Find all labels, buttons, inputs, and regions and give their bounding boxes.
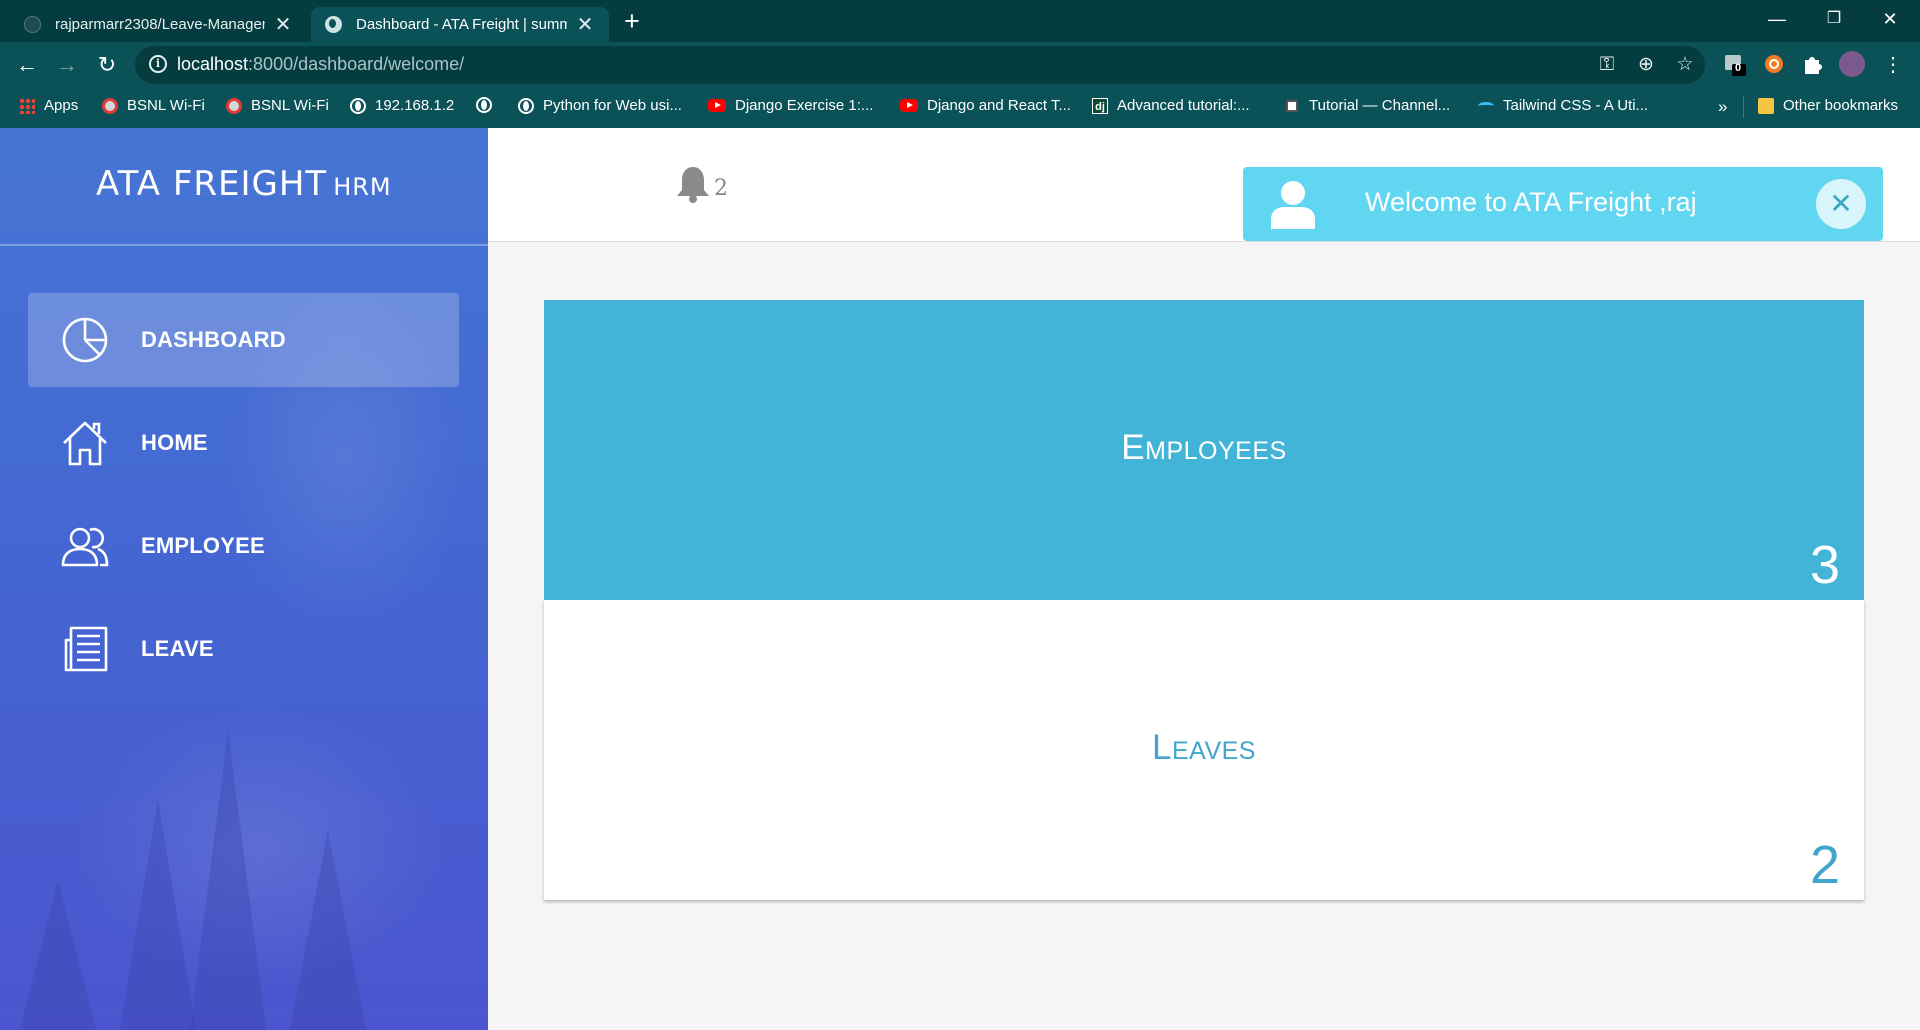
- tailwind-icon: [1478, 101, 1494, 110]
- bookmark-globe[interactable]: [476, 97, 501, 113]
- profile-avatar[interactable]: [1839, 51, 1865, 77]
- bookmarks-separator: [1743, 96, 1744, 118]
- bookmark-star-icon[interactable]: ☆: [1673, 53, 1697, 77]
- minimize-button[interactable]: —: [1757, 4, 1797, 34]
- window-close-button[interactable]: ✕: [1870, 4, 1910, 34]
- tab-title: Dashboard - ATA Freight | summ: [356, 16, 567, 33]
- card-count: 2: [1809, 835, 1840, 895]
- globe-icon: [350, 97, 366, 114]
- django-icon: dj: [1092, 97, 1108, 114]
- bookmark-django-exercise[interactable]: Django Exercise 1:...: [708, 97, 873, 114]
- newspaper-icon: [64, 626, 108, 672]
- site-info-icon[interactable]: i: [149, 55, 167, 73]
- toast-message: Welcome to ATA Freight ,raj: [1365, 187, 1697, 217]
- sidebar-item-label: EMPLOYEE: [141, 533, 265, 558]
- globe-icon: [518, 97, 534, 114]
- bookmark-python-web[interactable]: Python for Web usi...: [518, 97, 682, 114]
- youtube-icon: [900, 99, 918, 112]
- extension-icon[interactable]: [1761, 51, 1787, 77]
- brand-logo[interactable]: ATA FREIGHT HRM: [96, 164, 392, 204]
- puzzle-icon[interactable]: [1800, 51, 1826, 77]
- card-title: Leaves: [1152, 728, 1256, 767]
- forest-background: [0, 700, 488, 1030]
- bookmark-django-react[interactable]: Django and React T...: [900, 97, 1071, 114]
- document-icon: [1284, 97, 1300, 114]
- welcome-toast: Welcome to ATA Freight ,raj ✕: [1243, 167, 1883, 241]
- new-tab-button[interactable]: +: [624, 6, 640, 36]
- sidebar-brand: ATA FREIGHT HRM: [0, 128, 488, 246]
- forward-button[interactable]: →: [50, 48, 84, 82]
- bookmark-bsnl-2[interactable]: BSNL Wi-Fi: [226, 97, 329, 114]
- reload-button[interactable]: ↻: [90, 48, 124, 82]
- key-icon[interactable]: ⚿: [1595, 53, 1619, 77]
- sidebar-item-dashboard[interactable]: DASHBOARD: [28, 293, 459, 387]
- bookmark-channels-tutorial[interactable]: Tutorial — Channel...: [1284, 97, 1450, 114]
- bell-icon[interactable]: [674, 164, 712, 204]
- top-bar: 2 Welcome to ATA Freight ,raj ✕: [488, 128, 1920, 242]
- users-icon: [61, 527, 109, 567]
- bookmarks-bar: Apps BSNL Wi-Fi BSNL Wi-Fi 192.168.1.2 P…: [0, 87, 1920, 128]
- extension-badge-icon[interactable]: 0: [1722, 51, 1748, 77]
- employees-card[interactable]: Employees 3: [544, 300, 1864, 600]
- back-button[interactable]: ←: [10, 48, 44, 82]
- tab-title: rajparmarr2308/Leave-Managem: [55, 16, 265, 33]
- toast-close-button[interactable]: ✕: [1816, 179, 1866, 229]
- close-tab-icon[interactable]: ✕: [575, 12, 595, 37]
- folder-icon: [1758, 97, 1774, 114]
- youtube-icon: [708, 99, 726, 112]
- browser-tab-github[interactable]: rajparmarr2308/Leave-Managem ✕: [10, 7, 307, 42]
- github-icon: [24, 16, 41, 33]
- browser-tab-strip: rajparmarr2308/Leave-Managem ✕ Dashboard…: [0, 0, 1920, 42]
- sidebar-item-label: HOME: [141, 430, 208, 455]
- zoom-icon[interactable]: ⊕: [1634, 53, 1658, 77]
- bookmark-tailwind[interactable]: Tailwind CSS - A Uti...: [1478, 97, 1648, 114]
- bookmark-apps[interactable]: Apps: [19, 97, 78, 114]
- url-text[interactable]: localhost:8000/dashboard/welcome/: [177, 54, 464, 75]
- home-icon: [63, 421, 107, 466]
- other-bookmarks[interactable]: Other bookmarks: [1758, 97, 1898, 114]
- leaves-card[interactable]: Leaves 2: [544, 600, 1864, 900]
- sidebar-item-label: LEAVE: [141, 636, 214, 661]
- bsnl-icon: [226, 97, 242, 114]
- card-title: Employees: [1121, 428, 1287, 467]
- close-tab-icon[interactable]: ✕: [273, 12, 293, 37]
- notification-count: 2: [714, 176, 728, 201]
- address-bar[interactable]: i localhost:8000/dashboard/welcome/ ⚿ ⊕ …: [135, 46, 1705, 84]
- globe-icon: [325, 16, 342, 33]
- bookmarks-overflow-button[interactable]: »: [1718, 97, 1727, 117]
- browser-toolbar: ← → ↻ i localhost:8000/dashboard/welcome…: [0, 42, 1920, 87]
- sidebar: ATA FREIGHT HRM DASHBOARD HOME EMPLOYEE L…: [0, 128, 488, 1030]
- pie-chart-icon: [62, 317, 108, 363]
- user-icon: [1271, 181, 1315, 229]
- browser-tab-dashboard[interactable]: Dashboard - ATA Freight | summ ✕: [311, 7, 609, 42]
- card-count: 3: [1809, 535, 1840, 595]
- menu-kebab-icon[interactable]: ⋮: [1876, 48, 1910, 82]
- globe-icon: [476, 97, 492, 113]
- restore-button[interactable]: ❐: [1814, 4, 1854, 34]
- sidebar-item-label: DASHBOARD: [141, 327, 286, 352]
- apps-grid-icon: [19, 97, 35, 114]
- bookmark-advanced-tutorial[interactable]: dj Advanced tutorial:...: [1092, 97, 1250, 114]
- sidebar-item-home[interactable]: HOME: [28, 396, 459, 490]
- bookmark-bsnl-1[interactable]: BSNL Wi-Fi: [102, 97, 205, 114]
- sidebar-item-employee[interactable]: EMPLOYEE: [28, 499, 459, 593]
- bsnl-icon: [102, 97, 118, 114]
- bookmark-router[interactable]: 192.168.1.2: [350, 97, 454, 114]
- sidebar-item-leave[interactable]: LEAVE: [28, 602, 459, 696]
